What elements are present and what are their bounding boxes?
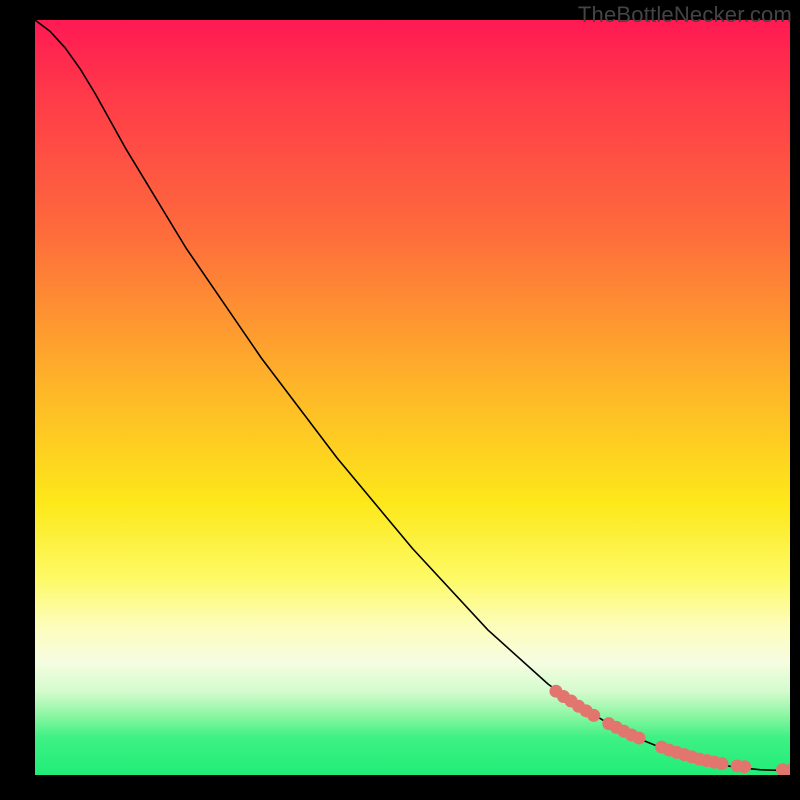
plot-area [35, 20, 790, 775]
scatter-markers [549, 685, 790, 775]
data-point [716, 757, 729, 770]
data-point [738, 760, 751, 773]
watermark-text: TheBottleNecker.com [578, 2, 792, 28]
chart-frame: TheBottleNecker.com [0, 0, 800, 800]
chart-overlay [35, 20, 790, 775]
curve-line [35, 20, 790, 770]
data-point [587, 709, 600, 722]
data-point [633, 732, 646, 745]
